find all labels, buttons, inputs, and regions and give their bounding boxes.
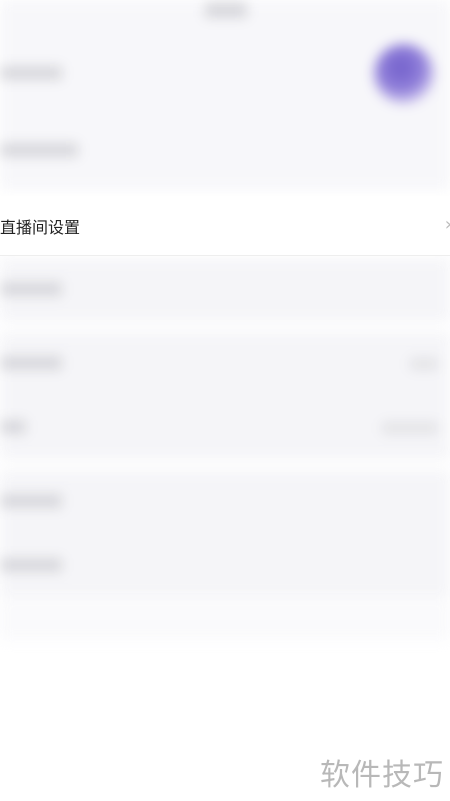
blurred-avatar-label <box>0 66 62 80</box>
blurred-row-3-label <box>0 420 26 434</box>
watermark-text: 软件技巧 <box>320 758 444 793</box>
blurred-nickname-label <box>0 143 78 157</box>
blurred-row-2 <box>0 332 450 396</box>
blurred-bottom-section <box>0 600 450 640</box>
blurred-row-5-label <box>0 558 62 572</box>
avatar <box>374 44 434 104</box>
blurred-row-2-label <box>0 356 62 370</box>
live-room-settings-label: 直播间设置 <box>0 218 81 237</box>
blurred-settings-background <box>0 0 450 801</box>
blurred-row-1 <box>0 258 450 322</box>
blurred-row-1-label <box>0 282 62 296</box>
live-room-settings-row[interactable]: 直播间设置 › <box>0 196 450 256</box>
blurred-row-3-value <box>382 422 438 434</box>
blurred-row-5 <box>0 534 450 598</box>
chevron-right-icon: › <box>445 214 450 235</box>
blurred-row-2-value <box>410 358 438 370</box>
blurred-page-title <box>205 2 247 18</box>
blurred-row-4 <box>0 470 450 534</box>
blurred-row-4-label <box>0 494 62 508</box>
screen: 直播间设置 › 软件技巧 <box>0 0 450 801</box>
